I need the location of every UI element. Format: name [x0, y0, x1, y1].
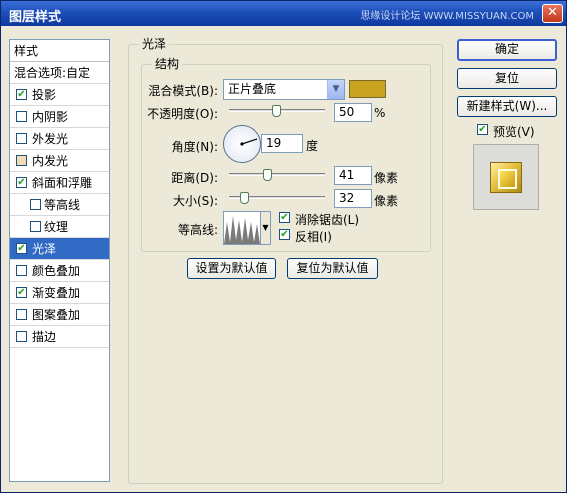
- style-item-label: 颜色叠加: [32, 264, 81, 278]
- size-slider-thumb[interactable]: [240, 192, 249, 204]
- style-item-label: 图案叠加: [32, 308, 81, 322]
- make-default-button[interactable]: 设置为默认值: [187, 258, 276, 279]
- checkbox-icon[interactable]: [16, 309, 27, 320]
- style-item-label: 投影: [32, 88, 57, 102]
- angle-input[interactable]: 19: [261, 134, 303, 153]
- gold-square-preview-icon: [490, 162, 522, 193]
- contour-dropdown[interactable]: ▼: [260, 211, 271, 245]
- opacity-label: 不透明度(O):: [147, 107, 218, 121]
- angle-dial[interactable]: [223, 125, 261, 163]
- distance-unit: 像素: [374, 171, 399, 185]
- opacity-slider-thumb[interactable]: [272, 105, 281, 117]
- style-item-inner-glow[interactable]: 内发光: [10, 150, 109, 172]
- style-item-label: 斜面和浮雕: [32, 176, 93, 190]
- close-icon: ✕: [547, 5, 558, 20]
- anti-alias-label: 消除锯齿(L): [295, 213, 360, 227]
- style-item-bevel-emboss[interactable]: ✔ 斜面和浮雕: [10, 172, 109, 194]
- style-item-texture[interactable]: 纹理: [10, 216, 109, 238]
- size-input[interactable]: 32: [334, 189, 372, 208]
- opacity-input[interactable]: 50: [334, 103, 372, 122]
- style-item-inner-shadow[interactable]: 内阴影: [10, 106, 109, 128]
- blending-options-item[interactable]: 混合选项:自定: [10, 62, 109, 84]
- checkbox-icon[interactable]: [16, 111, 27, 122]
- distance-input[interactable]: 41: [334, 166, 372, 185]
- style-item-contour[interactable]: 等高线: [10, 194, 109, 216]
- angle-unit: 度: [306, 139, 319, 153]
- angle-dial-needle-icon: [240, 138, 258, 146]
- reset-default-button[interactable]: 复位为默认值: [287, 258, 378, 279]
- contour-label: 等高线:: [177, 223, 218, 237]
- style-item-label: 内阴影: [32, 110, 69, 124]
- checkbox-icon[interactable]: [16, 155, 27, 166]
- size-unit: 像素: [374, 194, 399, 208]
- checkbox-icon[interactable]: ✔: [16, 177, 27, 188]
- window-title: 图层样式: [9, 10, 62, 25]
- structure-group-title: 结构: [152, 57, 183, 71]
- title-bar: 图层样式 思缘设计论坛 WWW.MISSYUAN.COM ✕: [1, 1, 566, 26]
- style-item-color-overlay[interactable]: 颜色叠加: [10, 260, 109, 282]
- style-item-gradient-overlay[interactable]: ✔ 渐变叠加: [10, 282, 109, 304]
- ok-button[interactable]: 确定: [457, 39, 557, 61]
- blend-mode-label: 混合模式(B):: [148, 84, 218, 98]
- checkbox-icon[interactable]: [16, 265, 27, 276]
- blend-mode-select[interactable]: 正片叠底 ▼: [223, 79, 345, 100]
- styles-list: 样式 混合选项:自定 ✔ 投影 内阴影 外发光 内发光 ✔ 斜面和浮雕 等高线 …: [9, 39, 110, 482]
- style-item-label: 外发光: [32, 132, 69, 146]
- distance-slider-track[interactable]: [229, 173, 325, 176]
- style-item-label: 内发光: [32, 154, 69, 168]
- reset-button[interactable]: 复位: [457, 68, 557, 89]
- chevron-down-icon: ▼: [262, 223, 269, 232]
- style-item-label: 描边: [32, 330, 57, 344]
- style-item-label: 纹理: [44, 220, 69, 234]
- checkbox-icon[interactable]: [16, 133, 27, 144]
- preview-label: 预览(V): [493, 125, 535, 139]
- style-item-pattern-overlay[interactable]: 图案叠加: [10, 304, 109, 326]
- styles-list-header[interactable]: 样式: [10, 40, 109, 62]
- layer-style-dialog: 图层样式 思缘设计论坛 WWW.MISSYUAN.COM ✕ 样式 混合选项:自…: [0, 0, 567, 493]
- invert-label: 反相(I): [295, 230, 332, 244]
- close-button[interactable]: ✕: [542, 4, 563, 23]
- chevron-down-icon[interactable]: ▼: [327, 80, 344, 99]
- watermark: 思缘设计论坛 WWW.MISSYUAN.COM: [360, 11, 534, 22]
- blend-mode-value: 正片叠底: [228, 82, 277, 96]
- style-item-stroke[interactable]: 描边: [10, 326, 109, 348]
- style-item-label: 渐变叠加: [32, 286, 81, 300]
- distance-label: 距离(D):: [171, 171, 218, 185]
- checkbox-icon[interactable]: ✔: [477, 124, 488, 135]
- style-item-outer-glow[interactable]: 外发光: [10, 128, 109, 150]
- preview-checkbox[interactable]: ✔ 预览(V): [477, 123, 535, 140]
- distance-slider-thumb[interactable]: [263, 169, 272, 181]
- style-item-satin[interactable]: ✔ 光泽: [10, 238, 109, 260]
- checkbox-icon[interactable]: ✔: [16, 243, 27, 254]
- style-preview: [473, 144, 539, 210]
- size-label: 大小(S):: [172, 194, 218, 208]
- style-item-label: 光泽: [32, 242, 57, 256]
- satin-color-swatch[interactable]: [349, 80, 386, 98]
- style-item-label: 等高线: [44, 198, 81, 212]
- checkbox-icon[interactable]: ✔: [279, 212, 290, 223]
- checkbox-icon[interactable]: ✔: [16, 287, 27, 298]
- new-style-button[interactable]: 新建样式(W)...: [457, 96, 557, 117]
- anti-alias-checkbox[interactable]: ✔ 消除锯齿(L): [279, 211, 359, 228]
- contour-preview[interactable]: [223, 211, 261, 245]
- angle-label: 角度(N):: [171, 140, 218, 154]
- checkbox-icon[interactable]: ✔: [16, 89, 27, 100]
- checkbox-icon[interactable]: [30, 199, 41, 210]
- satin-group-title: 光泽: [139, 37, 170, 51]
- checkbox-icon[interactable]: ✔: [279, 229, 290, 240]
- checkbox-icon[interactable]: [16, 331, 27, 342]
- contour-curve-icon: [224, 216, 260, 244]
- invert-checkbox[interactable]: ✔ 反相(I): [279, 228, 332, 245]
- style-item-drop-shadow[interactable]: ✔ 投影: [10, 84, 109, 106]
- checkbox-icon[interactable]: [30, 221, 41, 232]
- opacity-unit: %: [374, 106, 386, 120]
